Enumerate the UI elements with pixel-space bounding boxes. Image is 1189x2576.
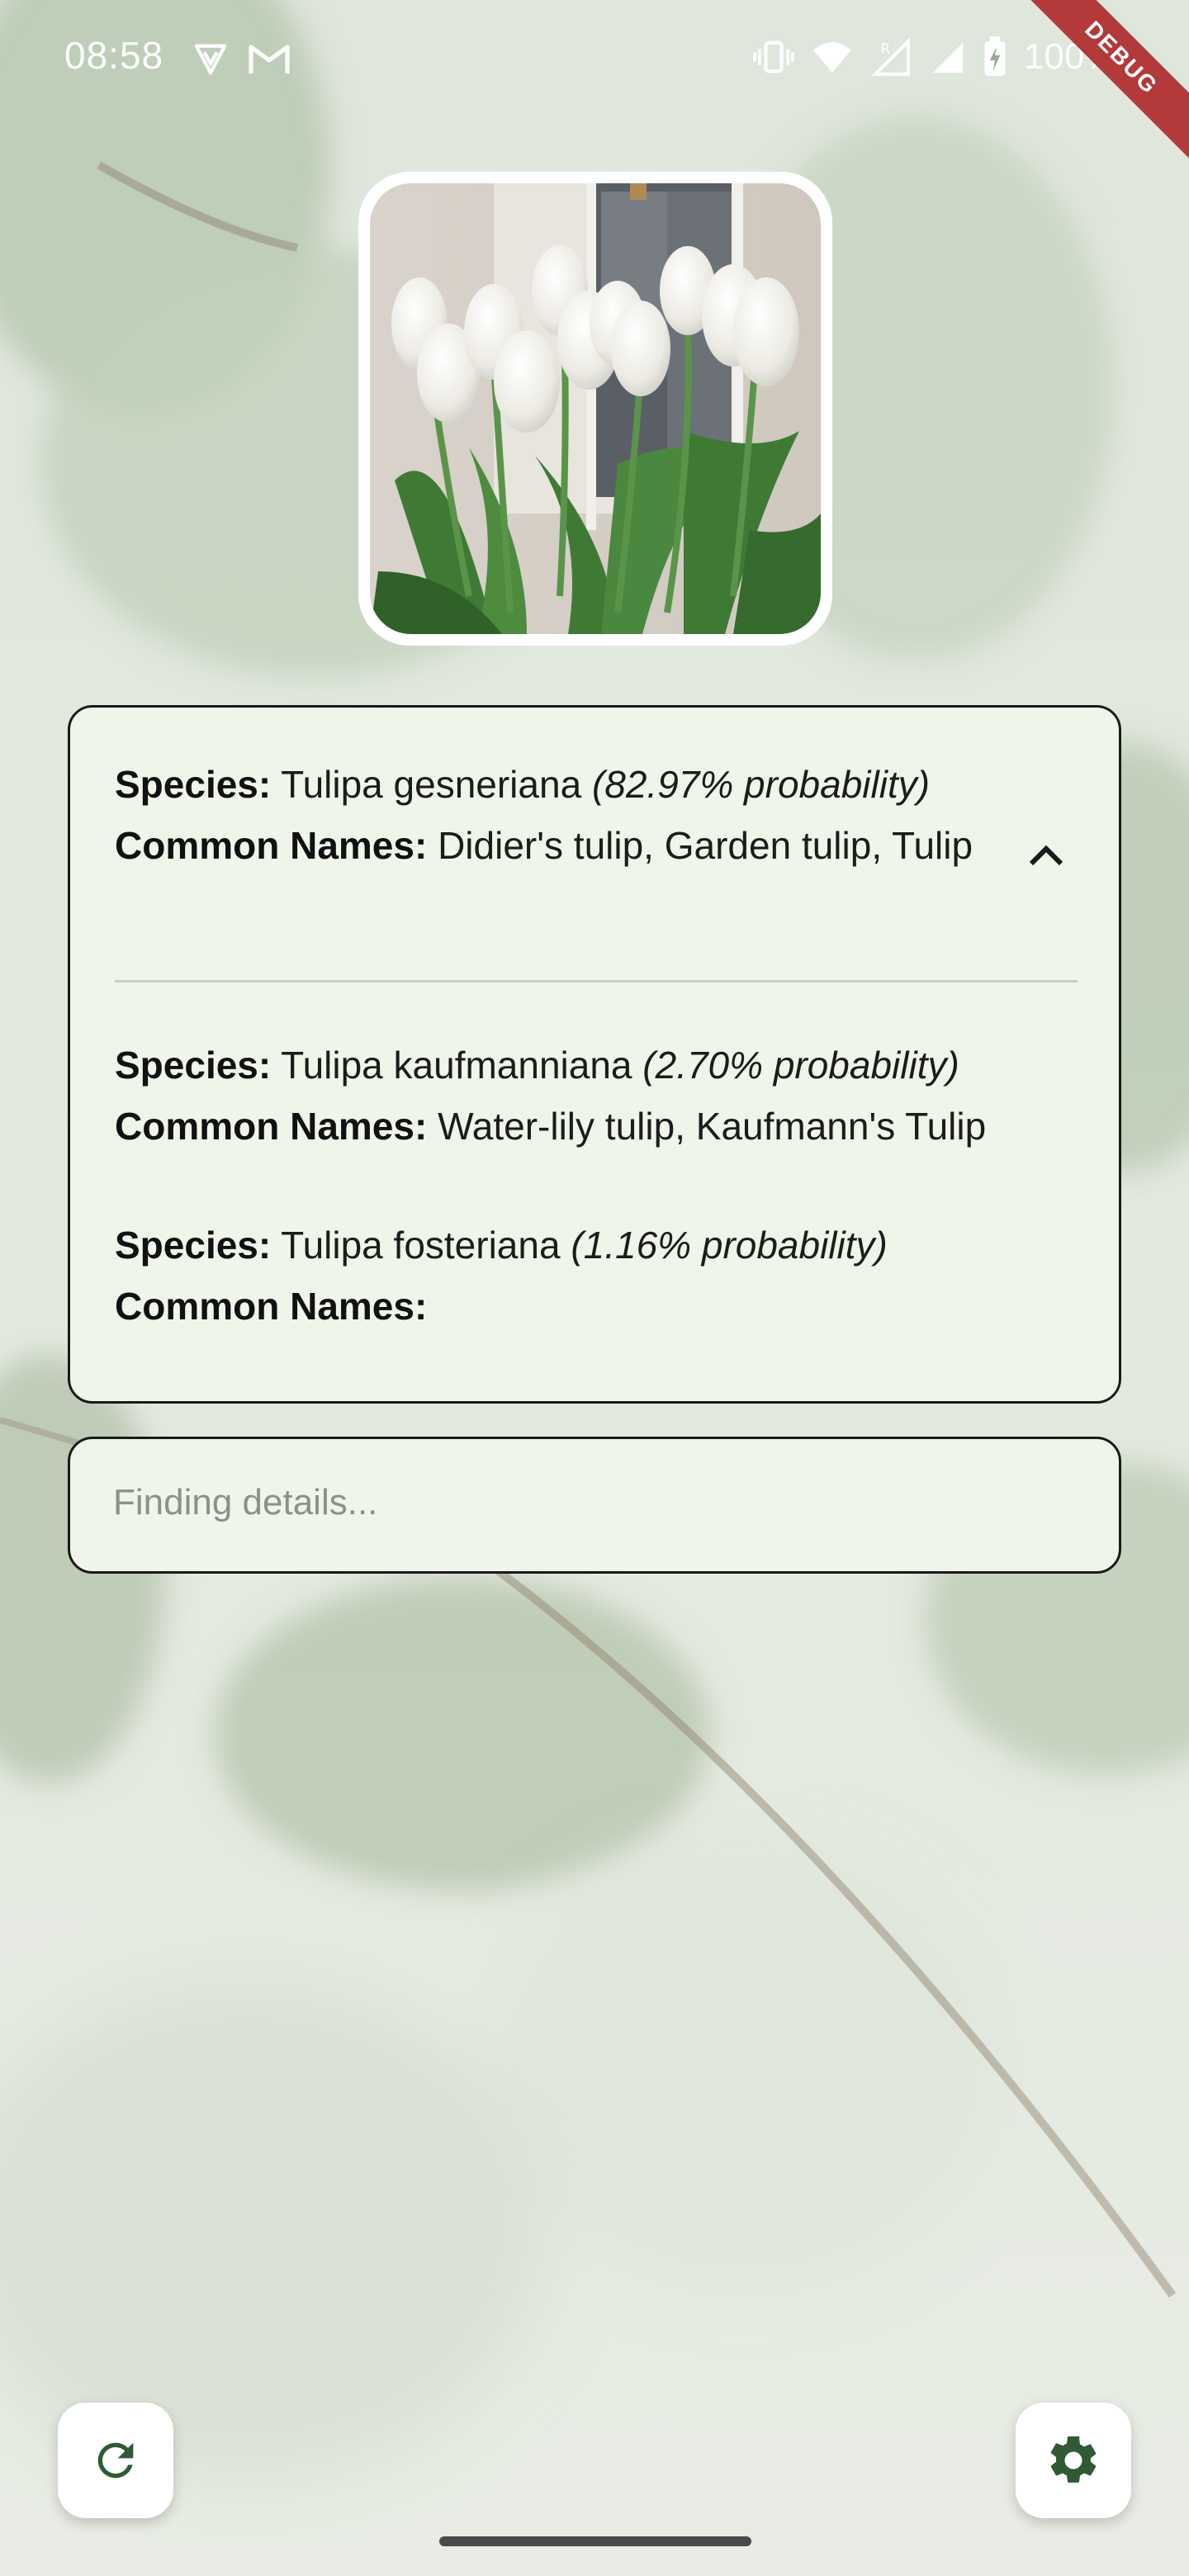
status-time: 08:58	[64, 34, 164, 77]
signal-roaming-icon: R	[871, 38, 910, 76]
plant-photo	[370, 183, 821, 634]
species-name: Tulipa gesneriana	[281, 763, 582, 806]
battery-charging-icon	[984, 36, 1006, 76]
plant-photo-frame	[358, 172, 832, 646]
species-probability: (82.97% probability)	[591, 763, 931, 806]
app-screen: 08:58 R 100% DEBUG Species: Tulipa gesne…	[0, 0, 1189, 2576]
species-probability: (2.70% probability)	[642, 1044, 959, 1087]
species-probability: (1.16% probability)	[571, 1224, 888, 1267]
chevron-up-icon	[1029, 845, 1063, 866]
result-item-2: Species: Tulipa kaufmanniana (2.70% prob…	[115, 1035, 1040, 1157]
wifi-icon	[813, 42, 851, 73]
common-names-label: Common Names:	[115, 824, 428, 867]
refresh-button[interactable]	[58, 2403, 173, 2518]
status-left-icons	[192, 40, 291, 78]
refresh-icon	[97, 2442, 134, 2479]
species-name: Tulipa kaufmanniana	[281, 1044, 632, 1087]
details-loading-text: Finding details...	[113, 1482, 378, 1522]
home-indicator[interactable]	[439, 2536, 751, 2546]
status-right-icons: R 100%	[753, 36, 1117, 78]
signal-icon	[932, 42, 964, 73]
results-divider	[115, 980, 1078, 983]
svg-text:R: R	[881, 41, 891, 57]
species-label: Species:	[115, 763, 272, 806]
plant-details-card: Finding details...	[68, 1437, 1121, 1574]
status-bar: 08:58 R 100%	[0, 0, 1189, 116]
gmail-icon	[249, 45, 290, 73]
common-names-label: Common Names:	[115, 1285, 428, 1328]
common-names-label: Common Names:	[115, 1105, 428, 1148]
common-names-value: Water-lily tulip, Kaufmann's Tulip	[438, 1105, 987, 1148]
common-names-value: Didier's tulip, Garden tulip, Tulip	[438, 824, 973, 867]
gear-icon	[1050, 2436, 1097, 2483]
result-item-1: Species: Tulipa gesneriana (82.97% proba…	[115, 754, 990, 876]
settings-button[interactable]	[1016, 2403, 1131, 2518]
shield-v-icon	[194, 44, 227, 75]
result-item-3: Species: Tulipa fosteriana (1.16% probab…	[115, 1215, 1040, 1337]
vibrate-icon	[753, 40, 794, 73]
species-label: Species:	[115, 1224, 272, 1267]
collapse-results-button[interactable]	[1013, 822, 1079, 888]
species-results-card[interactable]: Species: Tulipa gesneriana (82.97% proba…	[68, 705, 1121, 1404]
species-label: Species:	[115, 1044, 272, 1087]
species-name: Tulipa fosteriana	[281, 1224, 561, 1267]
